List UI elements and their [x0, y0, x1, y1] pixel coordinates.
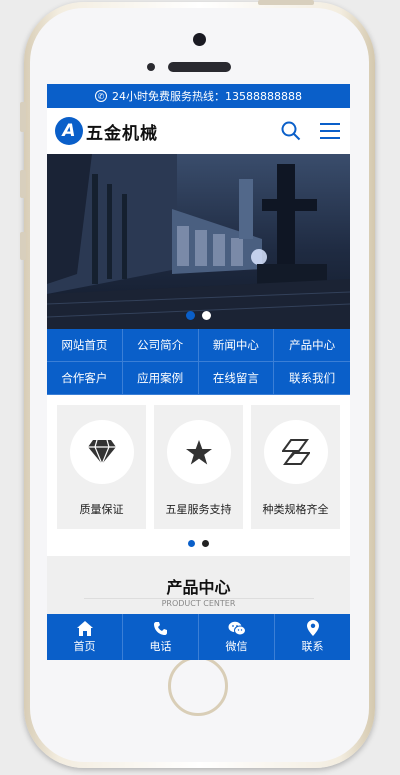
nav-item-cases[interactable]: 应用案例 — [122, 362, 199, 395]
section-subtitle: PRODUCT CENTER — [83, 598, 314, 608]
hotline-bar[interactable]: ✆ 24小时免费服务热线：13588888888 — [47, 84, 350, 108]
volume-up-button — [20, 170, 26, 198]
tab-label: 微信 — [225, 639, 248, 653]
nav-item-partners[interactable]: 合作客户 — [47, 362, 123, 395]
feature-card[interactable]: 质量保证 — [57, 405, 146, 529]
feature-dot[interactable] — [202, 540, 209, 547]
brand-name[interactable]: 五金机械 — [86, 119, 158, 144]
nav-item-about[interactable]: 公司简介 — [122, 329, 199, 362]
phone-icon — [154, 621, 167, 635]
nav-item-news[interactable]: 新闻中心 — [198, 329, 275, 362]
banner-dot[interactable] — [186, 311, 195, 320]
diamond-icon — [87, 439, 116, 465]
tab-wechat[interactable]: 微信 — [199, 614, 275, 660]
nav-item-products[interactable]: 产品中心 — [274, 329, 350, 362]
location-icon — [306, 620, 319, 636]
nav-item-contact[interactable]: 联系我们 — [274, 362, 350, 395]
home-icon — [76, 620, 93, 636]
feature-card[interactable]: 种类规格齐全 — [251, 405, 340, 529]
tab-contact[interactable]: 联系 — [275, 614, 350, 660]
tab-home[interactable]: 首页 — [47, 614, 123, 660]
site-header: A 五金机械 — [47, 108, 350, 154]
earpiece-speaker — [168, 62, 231, 72]
nav-item-message[interactable]: 在线留言 — [198, 362, 275, 395]
home-button[interactable] — [168, 656, 228, 716]
logo-icon[interactable]: A — [55, 117, 83, 145]
hotline-text: 24小时免费服务热线：13588888888 — [112, 90, 302, 103]
front-camera — [193, 33, 206, 46]
proximity-sensor — [147, 63, 155, 71]
tab-label: 首页 — [73, 639, 96, 653]
power-button — [258, 0, 314, 5]
phone-screen: ✆ 24小时免费服务热线：13588888888 A 五金机械 网站首页 公司简… — [47, 84, 350, 660]
search-icon[interactable] — [280, 120, 302, 142]
bottom-tab-bar: 首页 电话 微信 联系 — [47, 614, 350, 660]
mute-switch — [20, 102, 26, 132]
feature-card[interactable]: 五星服务支持 — [154, 405, 243, 529]
phone-icon: ✆ — [95, 90, 107, 102]
wechat-icon — [228, 621, 246, 635]
feature-dot[interactable] — [188, 540, 195, 547]
warehouse-image — [47, 154, 350, 329]
section-title: 产品中心 — [166, 578, 231, 597]
main-nav: 网站首页 公司简介 新闻中心 产品中心 合作客户 应用案例 在线留言 联系我们 — [47, 329, 350, 395]
nav-item-home[interactable]: 网站首页 — [47, 329, 123, 362]
menu-icon[interactable] — [320, 121, 340, 141]
feature-label: 质量保证 — [79, 503, 124, 516]
tab-label: 电话 — [149, 639, 172, 653]
banner-dot[interactable] — [202, 311, 211, 320]
feature-label: 五星服务支持 — [165, 503, 232, 516]
feature-pagination — [47, 529, 350, 556]
volume-down-button — [20, 232, 26, 260]
tab-label: 联系 — [301, 640, 324, 653]
tab-phone[interactable]: 电话 — [123, 614, 199, 660]
feature-label: 种类规格齐全 — [262, 503, 329, 516]
layers-icon — [281, 439, 310, 465]
star-icon — [185, 439, 212, 464]
banner-pagination — [47, 311, 350, 320]
hero-banner[interactable] — [47, 154, 350, 329]
feature-carousel: 质量保证 五星服务支持 种类规格齐全 — [47, 395, 350, 529]
